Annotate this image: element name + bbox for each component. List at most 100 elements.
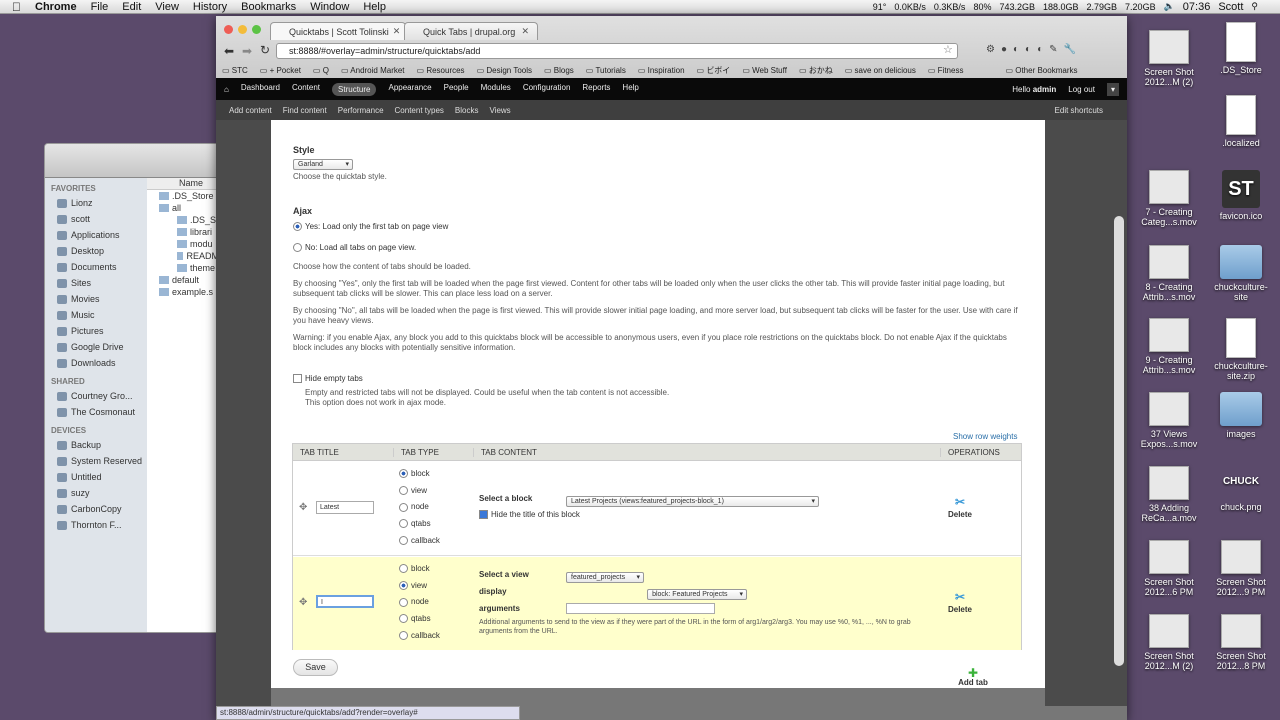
tab-type-radio[interactable] bbox=[399, 469, 408, 479]
list-item[interactable]: READM bbox=[147, 250, 219, 262]
bookmark-item[interactable]: ▭ Web Stuff bbox=[742, 66, 787, 75]
sidebar-item[interactable]: Desktop bbox=[45, 243, 147, 259]
sidebar-item[interactable]: Google Drive bbox=[45, 339, 147, 355]
block-select[interactable]: Latest Projects (views:featured_projects… bbox=[566, 496, 819, 507]
hide-title-option[interactable]: Hide the title of this block bbox=[479, 510, 580, 520]
tab-type-radio[interactable] bbox=[399, 486, 408, 496]
tab-type-option[interactable]: qtabs bbox=[399, 519, 440, 536]
tab-type-option[interactable]: view bbox=[399, 486, 440, 503]
shortcut-link[interactable]: Content types bbox=[395, 106, 444, 115]
tab-close-icon[interactable]: ✕ bbox=[521, 26, 529, 37]
desktop-icon[interactable]: 38 Adding ReCa...a.mov bbox=[1137, 466, 1201, 523]
shortcut-link[interactable]: Blocks bbox=[455, 106, 479, 115]
bookmark-item[interactable]: ▭ Android Market bbox=[341, 66, 405, 75]
list-item[interactable]: default bbox=[147, 274, 219, 286]
sidebar-item[interactable]: Untitled bbox=[45, 469, 147, 485]
desktop-icon[interactable]: 7 - Creating Categ...s.mov bbox=[1137, 170, 1201, 227]
hide-empty-checkbox[interactable] bbox=[293, 374, 302, 384]
tab-type-option[interactable]: qtabs bbox=[399, 614, 440, 631]
tab-type-radio[interactable] bbox=[399, 631, 408, 641]
bookmark-item[interactable]: ▭ Design Tools bbox=[477, 66, 532, 75]
tab-type-radio[interactable] bbox=[399, 614, 408, 624]
apple-menu-icon[interactable]:  bbox=[12, 0, 21, 14]
logout-link[interactable]: Log out bbox=[1068, 85, 1095, 94]
toolbar-item-people[interactable]: People bbox=[444, 83, 469, 96]
sidebar-item[interactable]: Lionz bbox=[45, 195, 147, 211]
menu-history[interactable]: History bbox=[193, 1, 227, 13]
bookmark-item[interactable]: ▭ + Pocket bbox=[260, 66, 301, 75]
close-window-icon[interactable] bbox=[224, 25, 233, 34]
bookmark-item[interactable]: ▭ ビボイ bbox=[697, 65, 731, 76]
spotlight-icon[interactable]: ⚲ bbox=[1251, 1, 1258, 12]
sidebar-item[interactable]: Thornton F... bbox=[45, 517, 147, 533]
bookmark-item[interactable]: ▭ save on delicious bbox=[845, 66, 916, 75]
sidebar-item[interactable]: Downloads bbox=[45, 355, 147, 371]
desktop-icon[interactable]: chuckculture-site bbox=[1209, 245, 1273, 302]
desktop-icon[interactable]: images bbox=[1209, 392, 1273, 439]
menu-help[interactable]: Help bbox=[363, 1, 386, 13]
menu-file[interactable]: File bbox=[91, 1, 109, 13]
reload-icon[interactable]: ↻ bbox=[260, 43, 270, 57]
list-item[interactable]: example.s bbox=[147, 286, 219, 298]
tab-type-radio[interactable] bbox=[399, 519, 408, 529]
desktop-icon[interactable]: 37 Views Expos...s.mov bbox=[1137, 392, 1201, 449]
toolbar-item-help[interactable]: Help bbox=[622, 83, 638, 96]
desktop-icon[interactable]: 9 - Creating Attrib...s.mov bbox=[1137, 318, 1201, 375]
bookmark-item[interactable]: ▭ Blogs bbox=[544, 66, 574, 75]
bookmark-item[interactable]: ▭ おかね bbox=[799, 65, 833, 76]
tab-type-option[interactable]: view bbox=[399, 581, 440, 598]
desktop-icon[interactable]: Screen Shot 2012...M (2) bbox=[1137, 614, 1201, 671]
hide-title-checkbox[interactable] bbox=[479, 510, 488, 520]
desktop-icon[interactable]: 8 - Creating Attrib...s.mov bbox=[1137, 245, 1201, 302]
tab-type-option[interactable]: callback bbox=[399, 536, 440, 553]
minimize-window-icon[interactable] bbox=[238, 25, 247, 34]
list-item[interactable]: librari bbox=[147, 226, 219, 238]
ajax-yes-radio[interactable] bbox=[293, 222, 302, 232]
ajax-no-option[interactable]: No: Load all tabs on page view. bbox=[293, 243, 416, 253]
list-item[interactable]: .DS_Store bbox=[147, 190, 219, 202]
menu-app-name[interactable]: Chrome bbox=[35, 1, 77, 13]
desktop-icon[interactable]: Screen Shot 2012...6 PM bbox=[1137, 540, 1201, 597]
tab-type-radio[interactable] bbox=[399, 597, 408, 607]
tab-title-input[interactable]: Latest bbox=[316, 501, 374, 514]
menubar-user[interactable]: Scott bbox=[1218, 1, 1243, 13]
bookmark-item[interactable]: ▭ Resources bbox=[417, 66, 465, 75]
tab-type-option[interactable]: block bbox=[399, 564, 440, 581]
back-arrow-icon[interactable]: ⬅ bbox=[224, 44, 234, 58]
arguments-input[interactable] bbox=[566, 603, 715, 614]
view-select[interactable]: featured_projects bbox=[566, 572, 644, 583]
toolbar-item-modules[interactable]: Modules bbox=[481, 83, 511, 96]
tab-close-icon[interactable]: ✕ bbox=[393, 26, 401, 37]
shortcut-link[interactable]: Views bbox=[489, 106, 510, 115]
desktop-icon[interactable]: chuckculture-site.zip bbox=[1209, 318, 1273, 381]
address-bar[interactable]: st:8888/#overlay=admin/structure/quickta… bbox=[276, 43, 958, 59]
bookmark-item[interactable]: ▭ STC bbox=[222, 66, 248, 75]
desktop-icon[interactable]: ST favicon.ico bbox=[1209, 170, 1273, 221]
toolbar-item-appearance[interactable]: Appearance bbox=[388, 83, 431, 96]
save-button[interactable]: Save bbox=[293, 659, 338, 676]
sidebar-item[interactable]: Movies bbox=[45, 291, 147, 307]
username[interactable]: admin bbox=[1033, 85, 1057, 94]
toolbar-item-dashboard[interactable]: Dashboard bbox=[241, 83, 280, 96]
ajax-no-radio[interactable] bbox=[293, 243, 302, 253]
delete-row-1[interactable]: ✂ Delete bbox=[945, 496, 975, 519]
sidebar-item[interactable]: Music bbox=[45, 307, 147, 323]
menu-view[interactable]: View bbox=[155, 1, 179, 13]
sidebar-item[interactable]: Pictures bbox=[45, 323, 147, 339]
drag-handle-icon[interactable]: ✥ bbox=[299, 597, 307, 608]
tab-drupal-org[interactable]: Quick Tabs | drupal.org ✕ bbox=[404, 22, 538, 40]
desktop-icon[interactable]: Screen Shot 2012...M (2) bbox=[1137, 30, 1201, 87]
forward-arrow-icon[interactable]: ➡ bbox=[242, 44, 252, 58]
desktop-icon[interactable]: CHUCK chuck.png bbox=[1209, 466, 1273, 512]
sidebar-item[interactable]: Documents bbox=[45, 259, 147, 275]
drag-handle-icon[interactable]: ✥ bbox=[299, 502, 307, 513]
page-scrollbar[interactable] bbox=[1114, 216, 1124, 666]
menu-bookmarks[interactable]: Bookmarks bbox=[241, 1, 296, 13]
sidebar-item[interactable]: Applications bbox=[45, 227, 147, 243]
sidebar-item[interactable]: CarbonCopy bbox=[45, 501, 147, 517]
volume-icon[interactable]: 🔈 bbox=[1164, 1, 1175, 12]
shortcut-link[interactable]: Find content bbox=[283, 106, 327, 115]
finder-column-name[interactable]: Name bbox=[147, 178, 219, 190]
menu-edit[interactable]: Edit bbox=[122, 1, 141, 13]
tab-type-option[interactable]: callback bbox=[399, 631, 440, 648]
